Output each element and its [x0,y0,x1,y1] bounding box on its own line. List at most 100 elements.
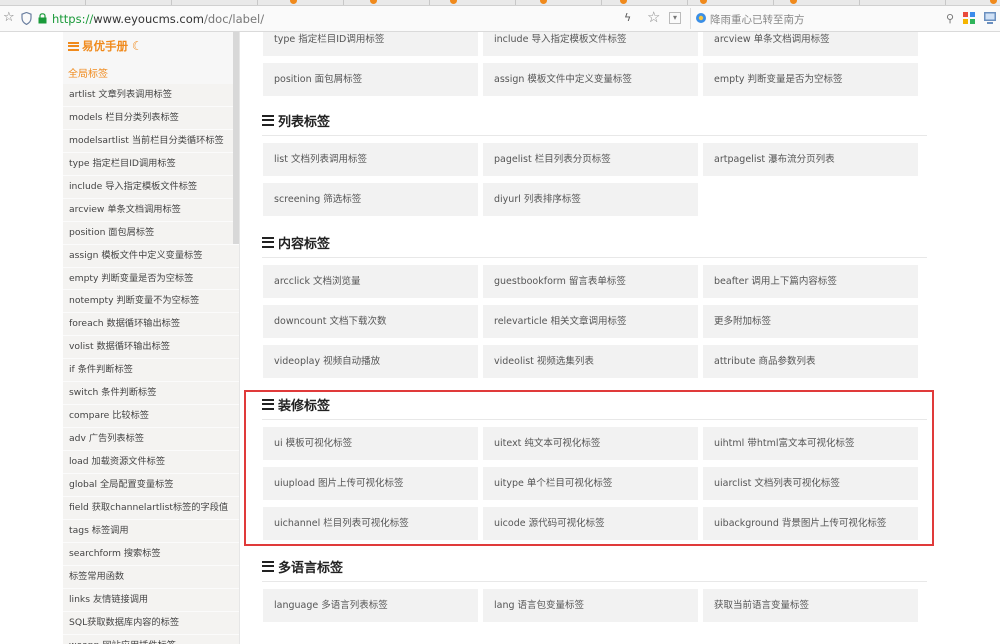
sidebar: 易优手册 ☾ 全局标签 artlist 文章列表调用标签 models 栏目分类… [63,32,240,644]
tag-link[interactable]: diyurl 列表排序标签 [483,183,698,216]
extension-grid-icon[interactable] [963,12,975,24]
sidebar-item[interactable]: compare 比较标签 [63,405,239,429]
tag-link[interactable]: uitype 单个栏目可视化标签 [483,467,698,500]
tag-link[interactable]: list 文档列表调用标签 [263,143,478,176]
sidebar-item[interactable]: switch 条件判断标签 [63,382,239,406]
tag-link[interactable]: artpagelist 瀑布流分页列表 [703,143,918,176]
section-title-multilang: 多语言标签 [262,556,343,576]
tag-link[interactable]: 获取当前语言变量标签 [703,589,918,622]
moon-icon[interactable]: ☾ [132,39,143,53]
star-icon[interactable]: ☆ [3,10,17,26]
search-box[interactable]: 降雨重心已转至南方 ⚲ [690,8,956,29]
sidebar-item[interactable]: foreach 数据循环输出标签 [63,313,239,337]
tag-link[interactable]: downcount 文档下载次数 [263,305,478,338]
tag-link[interactable]: videolist 视频选集列表 [483,345,698,378]
tag-link[interactable]: relevarticle 相关文章调用标签 [483,305,698,338]
sidebar-item[interactable]: arcview 单条文档调用标签 [63,198,239,222]
sidebar-item[interactable]: 标签常用函数 [63,565,239,589]
favorite-icon[interactable]: ☆ [647,9,660,26]
sidebar-item[interactable]: modelsartlist 当前栏目分类循环标签 [63,129,239,153]
sidebar-item[interactable]: searchform 搜索标签 [63,542,239,566]
url-host: www.eyoucms.com [93,12,204,26]
section-title-decoration: 装修标签 [262,394,330,414]
list-icon [262,236,274,248]
section-title-text: 内容标签 [278,236,331,252]
list-icon [262,114,274,126]
tag-link[interactable]: arcclick 文档浏览量 [263,265,478,298]
sidebar-item[interactable]: links 友情链接调用 [63,588,239,612]
section-divider [262,419,927,420]
section-title-text: 列表标签 [278,114,331,130]
tag-link[interactable]: uitext 纯文本可视化标签 [483,427,698,460]
sidebar-item[interactable]: global 全局配置变量标签 [63,473,239,497]
url-field[interactable]: https://www.eyoucms.com/doc/label/ [52,12,264,26]
search-placeholder: 降雨重心已转至南方 [710,14,805,26]
sidebar-item[interactable]: field 获取channelartlist标签的字段值 [63,496,239,520]
extension-monitor-icon[interactable] [983,11,997,25]
lightning-icon[interactable]: ϟ [624,11,634,25]
tag-link[interactable]: beafter 调用上下篇内容标签 [703,265,918,298]
tab-favicon-icon [990,0,997,4]
tag-link[interactable]: lang 语言包变量标签 [483,589,698,622]
tag-link[interactable]: ui 模板可视化标签 [263,427,478,460]
tag-link[interactable]: attribute 商品参数列表 [703,345,918,378]
sidebar-item[interactable]: volist 数据循环输出标签 [63,336,239,360]
sidebar-header[interactable]: 易优手册 ☾ [68,36,143,56]
tag-link[interactable]: uihtml 带html富文本可视化标签 [703,427,918,460]
sidebar-item[interactable]: notempty 判断变量不为空标签 [63,290,239,314]
sidebar-item[interactable]: artlist 文章列表调用标签 [63,84,239,107]
shield-icon[interactable] [21,12,32,25]
sidebar-item[interactable]: assign 模板文件中定义变量标签 [63,244,239,268]
section-title-list: 列表标签 [262,110,330,130]
list-icon [262,398,274,410]
address-bar: ☆ https://www.eyoucms.com/doc/label/ ϟ ☆… [0,6,1000,32]
sidebar-item[interactable]: include 导入指定模板文件标签 [63,175,239,199]
sidebar-item[interactable]: models 栏目分类列表标签 [63,106,239,130]
section-title-text: 多语言标签 [278,560,344,576]
sidebar-title: 易优手册 [82,39,128,53]
tag-link[interactable]: position 面包屑标签 [263,63,478,96]
search-engine-icon [696,13,706,23]
menu-icon [68,41,79,51]
section-divider [262,581,927,582]
search-icon[interactable]: ⚲ [946,12,954,25]
section-title-text: 装修标签 [278,398,331,414]
tag-link[interactable]: uicode 源代码可视化标签 [483,507,698,540]
tag-link[interactable]: assign 模板文件中定义变量标签 [483,63,698,96]
sidebar-item[interactable]: type 指定栏目ID调用标签 [63,152,239,176]
sidebar-item[interactable]: weapp 网站应用插件标签 [63,634,239,644]
sidebar-scrollbar[interactable] [233,32,239,244]
main-content: type 指定栏目ID调用标签 include 导入指定模板文件标签 arcvi… [249,32,939,644]
tag-link[interactable]: include 导入指定模板文件标签 [483,32,698,56]
sidebar-item[interactable]: load 加载资源文件标签 [63,451,239,474]
sidebar-item[interactable]: empty 判断变量是否为空标签 [63,267,239,291]
sidebar-item[interactable]: position 面包屑标签 [63,221,239,245]
section-divider [262,135,927,136]
section-divider [262,257,927,258]
tag-link[interactable]: uiarclist 文档列表可视化标签 [703,467,918,500]
tag-link[interactable]: uiupload 图片上传可视化标签 [263,467,478,500]
list-icon [262,560,274,572]
tag-link[interactable]: uichannel 栏目列表可视化标签 [263,507,478,540]
sidebar-item[interactable]: tags 标签调用 [63,519,239,543]
tag-link[interactable]: guestbookform 留言表单标签 [483,265,698,298]
tag-link[interactable]: screening 筛选标签 [263,183,478,216]
sidebar-item[interactable]: if 条件判断标签 [63,359,239,383]
sidebar-list: artlist 文章列表调用标签 models 栏目分类列表标签 modelsa… [63,84,239,644]
tag-link[interactable]: 更多附加标签 [703,305,918,338]
tag-link[interactable]: pagelist 栏目列表分页标签 [483,143,698,176]
tag-link[interactable]: language 多语言列表标签 [263,589,478,622]
lock-icon[interactable] [38,13,47,24]
sidebar-active-category[interactable]: 全局标签 [68,65,108,80]
tag-link[interactable]: videoplay 视频自动播放 [263,345,478,378]
url-path: /doc/label/ [204,12,265,26]
tag-link[interactable]: arcview 单条文档调用标签 [703,32,918,56]
tag-link[interactable]: type 指定栏目ID调用标签 [263,32,478,56]
section-title-content: 内容标签 [262,232,330,252]
url-scheme: https:// [52,12,94,26]
tag-link[interactable]: uibackground 背景图片上传可视化标签 [703,507,918,540]
tag-link[interactable]: empty 判断变量是否为空标签 [703,63,918,96]
sidebar-item[interactable]: adv 广告列表标签 [63,428,239,451]
dropdown-icon[interactable]: ▾ [669,12,681,24]
sidebar-item[interactable]: SQL获取数据库内容的标签 [63,611,239,635]
